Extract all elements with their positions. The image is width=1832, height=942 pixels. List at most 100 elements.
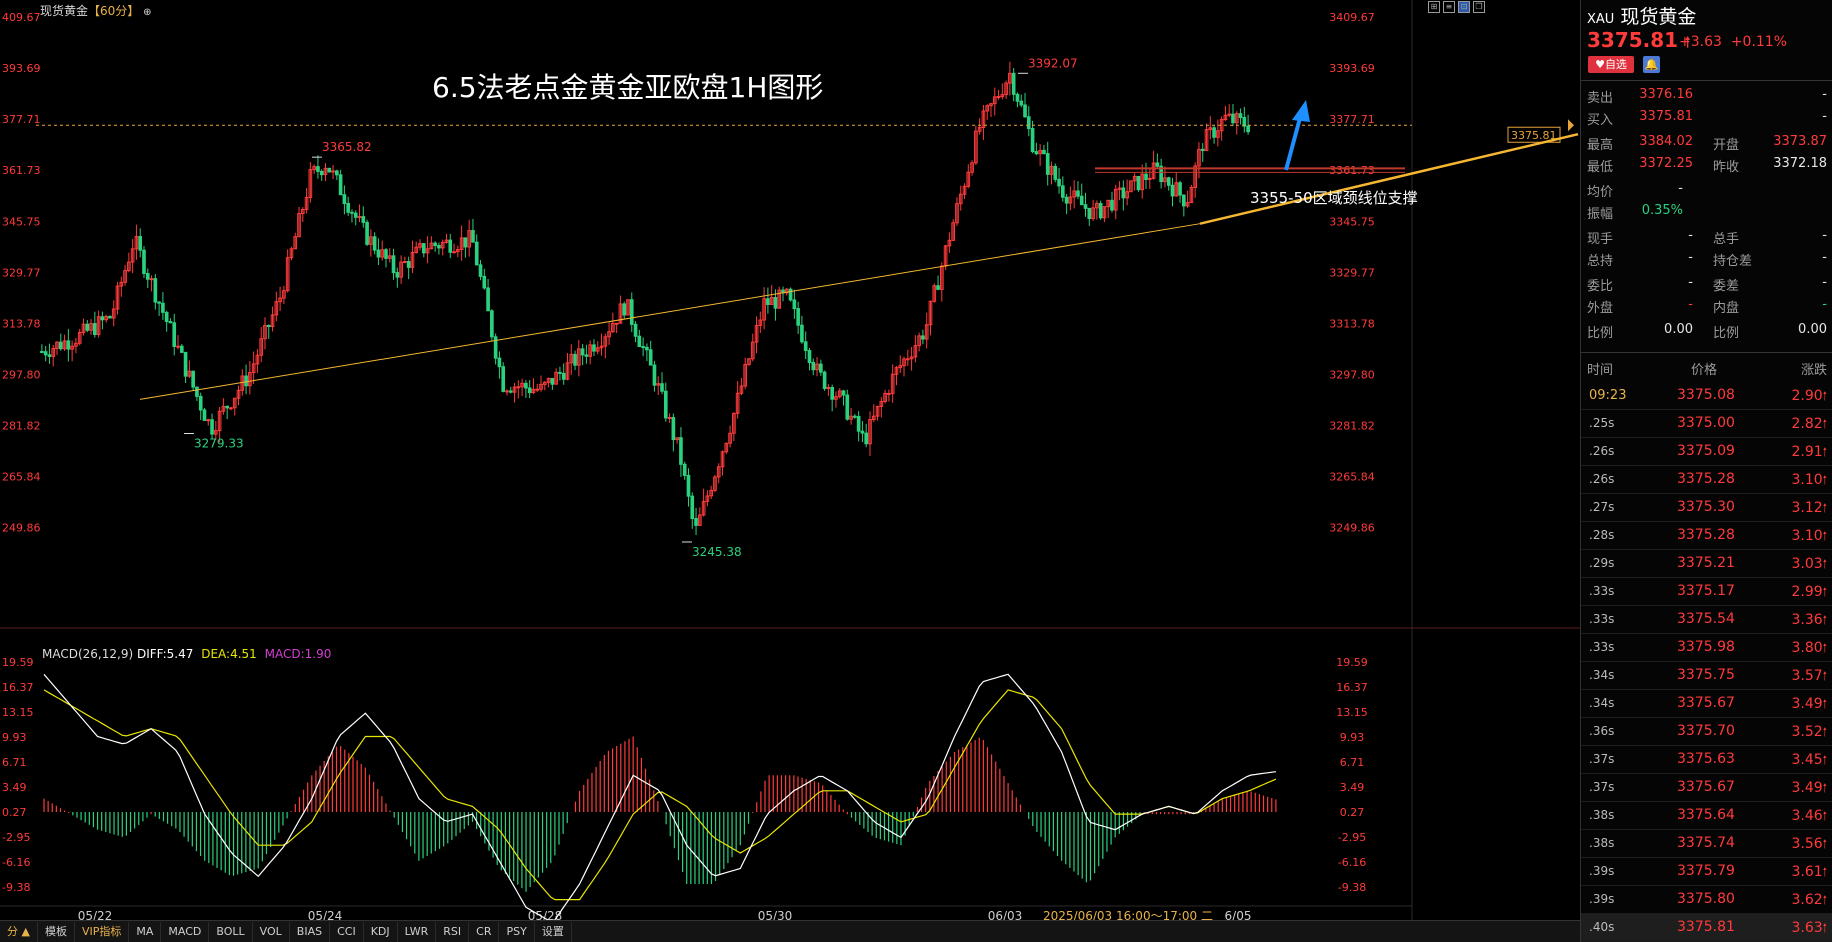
quote-total-hold: - bbox=[1688, 250, 1693, 265]
candle-body bbox=[497, 357, 502, 368]
tab-indicator[interactable]: BOLL bbox=[209, 921, 253, 942]
quote-high: 3384.02 bbox=[1639, 134, 1693, 149]
candle-body bbox=[1087, 207, 1092, 220]
tab-indicator[interactable]: 设置 bbox=[535, 921, 572, 942]
candle-body bbox=[1042, 149, 1046, 155]
candle-body bbox=[172, 322, 177, 347]
analysis-title: 6.5法老点金黄金亚欧盘1H图形 bbox=[432, 71, 824, 104]
candle-body bbox=[830, 386, 834, 400]
candle-body bbox=[342, 194, 347, 204]
macd-tick-left: 0.27 bbox=[2, 806, 27, 819]
macd-tick-right: -9.38 bbox=[1338, 881, 1366, 894]
candle-body bbox=[346, 202, 350, 213]
candle-body bbox=[338, 174, 343, 196]
divider bbox=[1581, 80, 1832, 81]
candle-body bbox=[66, 340, 71, 350]
candle-body bbox=[433, 242, 437, 247]
maximize-icon[interactable]: ⊡ bbox=[1458, 1, 1470, 13]
candle-body bbox=[176, 345, 180, 348]
candle-body bbox=[905, 358, 910, 361]
up-arrow-icon: 🠑 bbox=[1822, 389, 1827, 403]
y-tick-right: 3297.80 bbox=[1329, 368, 1375, 381]
collapse-button[interactable]: 分 ▲ bbox=[0, 921, 38, 942]
restore-icon[interactable]: ❐ bbox=[1473, 1, 1485, 13]
tab-indicator[interactable]: LWR bbox=[398, 921, 437, 942]
trade-row: .34s 3375.75 3.57🠑 bbox=[1581, 662, 1832, 690]
trades-header: 时间 价格 涨跌 bbox=[1581, 356, 1832, 380]
grid-icon[interactable]: ⊞ bbox=[1428, 1, 1440, 13]
candle-body bbox=[1155, 162, 1160, 167]
trade-change: 2.99 bbox=[1791, 584, 1823, 600]
trade-row: .39s 3375.80 3.62🠑 bbox=[1581, 886, 1832, 914]
quote-amp: 0.35% bbox=[1641, 203, 1683, 218]
trade-row: .38s 3375.64 3.46🠑 bbox=[1581, 802, 1832, 830]
macd-dif: DIFF:5.47 bbox=[136, 647, 194, 661]
candle-body bbox=[85, 323, 90, 331]
candle-body bbox=[463, 237, 468, 248]
tab-indicator[interactable]: MA bbox=[129, 921, 162, 942]
window-controls: ⊞ ≡ ⊡ ❐ bbox=[1428, 1, 1485, 13]
tab-indicator[interactable]: VOL bbox=[253, 921, 290, 942]
tab-indicator[interactable]: CCI bbox=[330, 921, 364, 942]
candle-body bbox=[437, 245, 441, 249]
candle-body bbox=[210, 419, 214, 435]
candle-body bbox=[1144, 173, 1148, 180]
trade-row: .36s 3375.70 3.52🠑 bbox=[1581, 718, 1832, 746]
candle-body bbox=[845, 394, 850, 420]
tab-indicator[interactable]: VIP指标 bbox=[75, 921, 130, 942]
macd-tick-left: -2.95 bbox=[2, 831, 30, 844]
trade-time: .33s bbox=[1589, 612, 1615, 626]
quote-weibi: - bbox=[1688, 275, 1693, 290]
quote-sell-label: 卖出 bbox=[1587, 91, 1614, 106]
candle-body bbox=[811, 361, 816, 371]
candle-body bbox=[202, 409, 207, 421]
candle-body bbox=[516, 386, 521, 389]
trade-time: .27s bbox=[1589, 500, 1615, 514]
tab-indicator[interactable]: KDJ bbox=[364, 921, 398, 942]
macd-tick-right: -6.16 bbox=[1338, 856, 1366, 869]
trade-row: .39s 3375.79 3.61🠑 bbox=[1581, 858, 1832, 886]
candle-body bbox=[1061, 185, 1065, 198]
candle-body bbox=[266, 324, 271, 328]
macd-header: MACD(26,12,9) DIFF:5.47 DEA:4.51 MACD:1.… bbox=[42, 647, 331, 661]
chart-canvas[interactable]: 409.67 3409.67 393.69 3393.69 377.71 3377.71 3… bbox=[0, 0, 1580, 942]
candle-body bbox=[395, 272, 400, 278]
y-tick-right: 3249.86 bbox=[1329, 522, 1375, 535]
trade-time: .39s bbox=[1589, 892, 1615, 906]
candle-body bbox=[1034, 151, 1039, 155]
list-icon[interactable]: ≡ bbox=[1443, 1, 1455, 13]
quote-buy: 3375.81 bbox=[1639, 109, 1693, 124]
chart-title: 现货黄金【60分】 ⊕ bbox=[40, 2, 152, 19]
candle-body bbox=[331, 170, 335, 173]
tab-indicator[interactable]: CR bbox=[469, 921, 500, 942]
candle-body bbox=[524, 382, 528, 389]
trade-price: 3375.75 bbox=[1677, 667, 1735, 683]
quote-price-value: 3375.81 bbox=[1587, 28, 1679, 52]
candle-body bbox=[622, 303, 627, 316]
trade-time: 09:23 bbox=[1589, 388, 1627, 403]
bell-icon[interactable]: 🔔 bbox=[1643, 56, 1660, 73]
candle-body bbox=[384, 249, 388, 259]
tab-indicator[interactable]: 模板 bbox=[38, 921, 75, 942]
up-arrow-icon: 🠑 bbox=[1822, 809, 1827, 823]
quote-sell: 3376.16 bbox=[1639, 87, 1693, 102]
watchlist-button[interactable]: ♥自选 bbox=[1588, 56, 1634, 73]
y-tick-left: 281.82 bbox=[2, 420, 41, 433]
tab-indicator[interactable]: RSI bbox=[436, 921, 470, 942]
y-tick-left: 409.67 bbox=[2, 11, 41, 24]
trade-row: .33s 3375.54 3.36🠑 bbox=[1581, 606, 1832, 634]
candle-body bbox=[93, 323, 97, 336]
tab-indicator[interactable]: MACD bbox=[161, 921, 210, 942]
chart-area[interactable]: 409.67 3409.67 393.69 3393.69 377.71 3377.71 3… bbox=[0, 0, 1580, 942]
candle-body bbox=[637, 335, 642, 348]
candle-body bbox=[841, 390, 846, 396]
trade-time: .36s bbox=[1589, 724, 1615, 738]
trade-change: 3.49 bbox=[1791, 696, 1823, 712]
y-tick-right: 3345.75 bbox=[1329, 215, 1375, 228]
tab-indicator[interactable]: PSY bbox=[499, 921, 535, 942]
quote-hold-diff-label: 持仓差 bbox=[1713, 254, 1753, 269]
y-tick-right: 3281.82 bbox=[1329, 420, 1375, 433]
tab-indicator[interactable]: BIAS bbox=[290, 921, 331, 942]
macd-tick-right: 3.49 bbox=[1340, 781, 1365, 794]
trade-price: 3375.21 bbox=[1677, 555, 1735, 571]
